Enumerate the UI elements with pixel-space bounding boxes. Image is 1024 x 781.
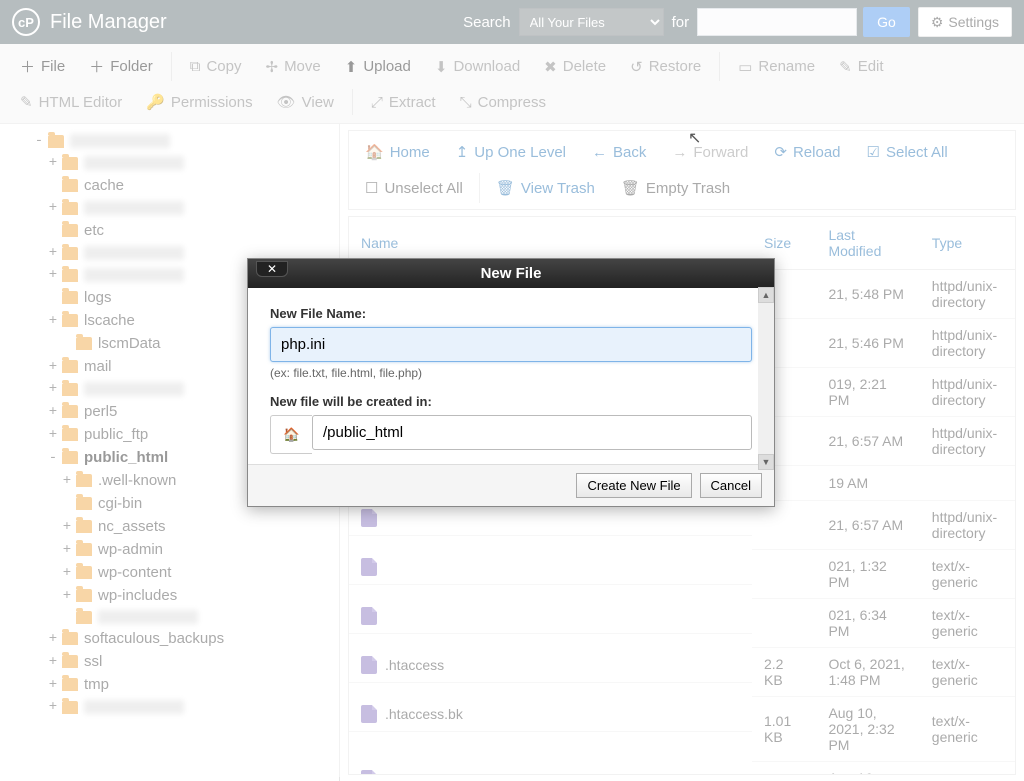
filename-input[interactable] <box>270 327 752 362</box>
scroll-up-icon[interactable]: ▲ <box>758 287 774 303</box>
path-input[interactable] <box>312 415 752 450</box>
filename-hint: (ex: file.txt, file.html, file.php) <box>270 366 752 380</box>
modal-title: New File <box>481 265 542 282</box>
new-file-modal: ✕ New File New File Name: (ex: file.txt,… <box>247 258 775 507</box>
modal-scrollbar[interactable]: ▲ ▼ <box>758 287 774 470</box>
scroll-down-icon[interactable]: ▼ <box>758 454 774 470</box>
filename-label: New File Name: <box>270 306 752 321</box>
create-new-file-button[interactable]: Create New File <box>576 473 691 498</box>
home-icon: 🏠 <box>283 427 300 443</box>
close-icon: ✕ <box>267 262 277 276</box>
modal-titlebar[interactable]: ✕ New File <box>248 259 774 288</box>
path-label: New file will be created in: <box>270 394 752 409</box>
path-home-button[interactable]: 🏠 <box>270 415 312 454</box>
cancel-button[interactable]: Cancel <box>700 473 762 498</box>
close-button[interactable]: ✕ <box>256 261 288 277</box>
